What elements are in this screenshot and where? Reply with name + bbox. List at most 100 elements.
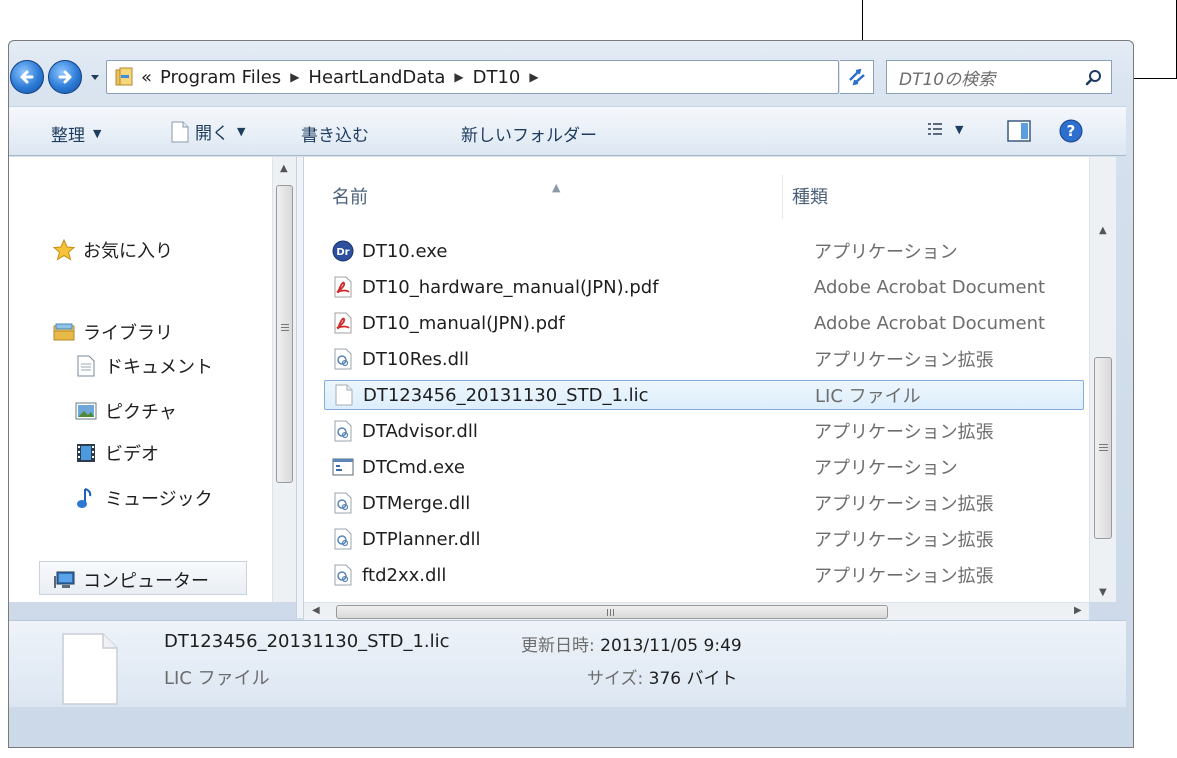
file-list-scrollbar[interactable]: ▲ ▼ [1089, 157, 1116, 602]
documents-icon [75, 355, 97, 377]
new-folder-button[interactable]: 新しいフォルダー [461, 121, 597, 146]
scroll-up-icon[interactable]: ▲ [1099, 225, 1107, 236]
file-name: DT10_hardware_manual(JPN).pdf [362, 276, 659, 298]
caret-down-icon: ▼ [237, 125, 246, 138]
caret-down-icon: ▼ [93, 127, 102, 140]
library-icon [53, 321, 75, 343]
search-input[interactable]: DT10の検索 [886, 60, 1112, 94]
file-row[interactable]: Dr DT10.exe アプリケーション [324, 236, 1084, 266]
forward-arrow-icon [58, 70, 72, 84]
file-row[interactable]: DT10_hardware_manual(JPN).pdf Adobe Acrob… [324, 272, 1084, 302]
file-type: LIC ファイル [815, 386, 921, 407]
details-pane: DT123456_20131130_STD_1.lic LIC ファイル 更新日… [9, 620, 1126, 707]
file-name: DTAdvisor.dll [362, 420, 478, 442]
burn-button[interactable]: 書き込む [301, 121, 369, 146]
nav-computer-label: コンピューター [83, 571, 209, 592]
organize-menu[interactable]: 整理 ▼ [51, 121, 101, 146]
breadcrumb-program-files[interactable]: Program Files [160, 67, 281, 88]
file-name: DTCmd.exe [362, 456, 465, 478]
nav-documents-label: ドキュメント [105, 357, 213, 378]
size-value: 376 バイト [648, 669, 738, 689]
open-menu[interactable]: 開く ▼ [171, 119, 245, 144]
file-row[interactable]: DTMerge.dll アプリケーション拡張 [324, 488, 1084, 518]
nav-documents[interactable]: ドキュメント [75, 353, 213, 379]
pdf-icon [324, 312, 362, 334]
nav-music[interactable]: ミュージック [75, 485, 213, 511]
navigation-scrollbar[interactable]: ▲ ▼ [272, 157, 296, 633]
nav-libraries-label: ライブラリ [83, 323, 173, 344]
breadcrumb-overflow[interactable]: « [141, 67, 152, 88]
nav-pictures-label: ピクチャ [105, 402, 177, 423]
breadcrumb-dt10[interactable]: DT10 [473, 67, 521, 88]
nav-videos-label: ビデオ [105, 444, 159, 465]
nav-music-label: ミュージック [105, 489, 213, 510]
nav-favorites[interactable]: お気に入り [53, 237, 173, 263]
large-file-icon [62, 633, 118, 705]
file-row[interactable]: DT10Res.dll アプリケーション拡張 [324, 344, 1084, 374]
nav-videos[interactable]: ビデオ [75, 440, 159, 466]
column-header-name[interactable]: 名前 [332, 183, 368, 209]
dll-icon [324, 492, 362, 514]
horizontal-scrollbar[interactable]: ◀ ▶ [304, 602, 1089, 620]
file-row[interactable]: ftd2xx.dll アプリケーション拡張 [324, 560, 1084, 590]
breadcrumb-heartlanddata[interactable]: HeartLandData [308, 67, 445, 88]
refresh-button[interactable] [840, 60, 874, 94]
file-row[interactable]: DTPlanner.dll アプリケーション拡張 [324, 524, 1084, 554]
scroll-left-icon[interactable]: ◀ [312, 605, 320, 616]
help-button[interactable]: ? [1059, 119, 1083, 143]
file-name: DT10Res.dll [362, 348, 470, 370]
nav-computer[interactable]: コンピューター [53, 567, 209, 593]
organize-label: 整理 [51, 126, 85, 146]
nav-pictures[interactable]: ピクチャ [75, 398, 177, 424]
breadcrumb-arrow-icon[interactable]: ▶ [529, 70, 538, 84]
breadcrumb-arrow-icon[interactable]: ▶ [454, 70, 463, 84]
breadcrumb-arrow-icon[interactable]: ▶ [290, 70, 299, 84]
file-row[interactable]: DTAdvisor.dll アプリケーション拡張 [324, 416, 1084, 446]
scroll-right-icon[interactable]: ▶ [1074, 605, 1082, 616]
preview-pane-button[interactable] [1007, 120, 1031, 142]
scroll-down-icon[interactable]: ▼ [1099, 587, 1107, 598]
file-name: DTPlanner.dll [362, 528, 481, 550]
computer-icon [53, 569, 75, 591]
file-type: Adobe Acrobat Document [814, 312, 1046, 334]
sort-ascending-icon: ▲ [552, 181, 561, 194]
caret-down-icon: ▼ [955, 122, 964, 136]
folder-icon [115, 67, 133, 86]
address-bar[interactable]: « Program Files ▶ HeartLandData ▶ DT10 ▶ [106, 60, 924, 94]
file-type: アプリケーション拡張 [814, 350, 994, 371]
modified-label: 更新日時: [521, 636, 595, 656]
column-header-type[interactable]: 種類 [792, 183, 828, 209]
file-row[interactable]: DT10_manual(JPN).pdf Adobe Acrobat Docume… [324, 308, 1084, 338]
scrollbar-thumb[interactable] [336, 605, 888, 619]
file-type: アプリケーション拡張 [814, 530, 994, 551]
nav-libraries[interactable]: ライブラリ [53, 319, 173, 345]
scrollbar-thumb[interactable] [276, 185, 293, 483]
console-exe-icon [324, 456, 362, 478]
forward-button[interactable] [48, 60, 82, 94]
music-icon [75, 487, 97, 509]
pane-splitter[interactable] [296, 157, 304, 618]
file-row[interactable]: DT123456_20131130_STD_1.lic LIC ファイル [324, 380, 1084, 410]
recent-pages-dropdown-icon[interactable] [90, 72, 100, 82]
file-list: ▲ 名前 種類 Dr DT10.exe アプリケーション DT10_hardware_… [304, 157, 1089, 602]
svg-text:Dr: Dr [336, 247, 349, 258]
file-row[interactable]: DTCmd.exe アプリケーション [324, 452, 1084, 482]
column-divider[interactable] [782, 175, 783, 219]
search-icon[interactable] [1085, 69, 1103, 87]
search-placeholder: DT10の検索 [899, 69, 996, 90]
scroll-up-icon[interactable]: ▲ [280, 163, 288, 174]
details-filetype: LIC ファイル [164, 668, 270, 689]
change-view-button[interactable]: ▼ [927, 121, 963, 137]
scrollbar-thumb[interactable] [1094, 357, 1112, 539]
details-modified: 更新日時: 2013/11/05 9:49 [521, 631, 742, 656]
view-list-icon [928, 123, 942, 135]
back-button[interactable] [10, 60, 44, 94]
file-type: アプリケーション [814, 458, 958, 479]
file-name: DT10_manual(JPN).pdf [362, 312, 565, 334]
column-header-row: ▲ 名前 種類 [304, 157, 1089, 219]
refresh-icon [848, 68, 865, 86]
modified-value: 2013/11/05 9:49 [600, 636, 742, 656]
file-type: アプリケーション拡張 [814, 494, 994, 515]
preview-pane-icon [1007, 120, 1031, 142]
pdf-icon [324, 276, 362, 298]
